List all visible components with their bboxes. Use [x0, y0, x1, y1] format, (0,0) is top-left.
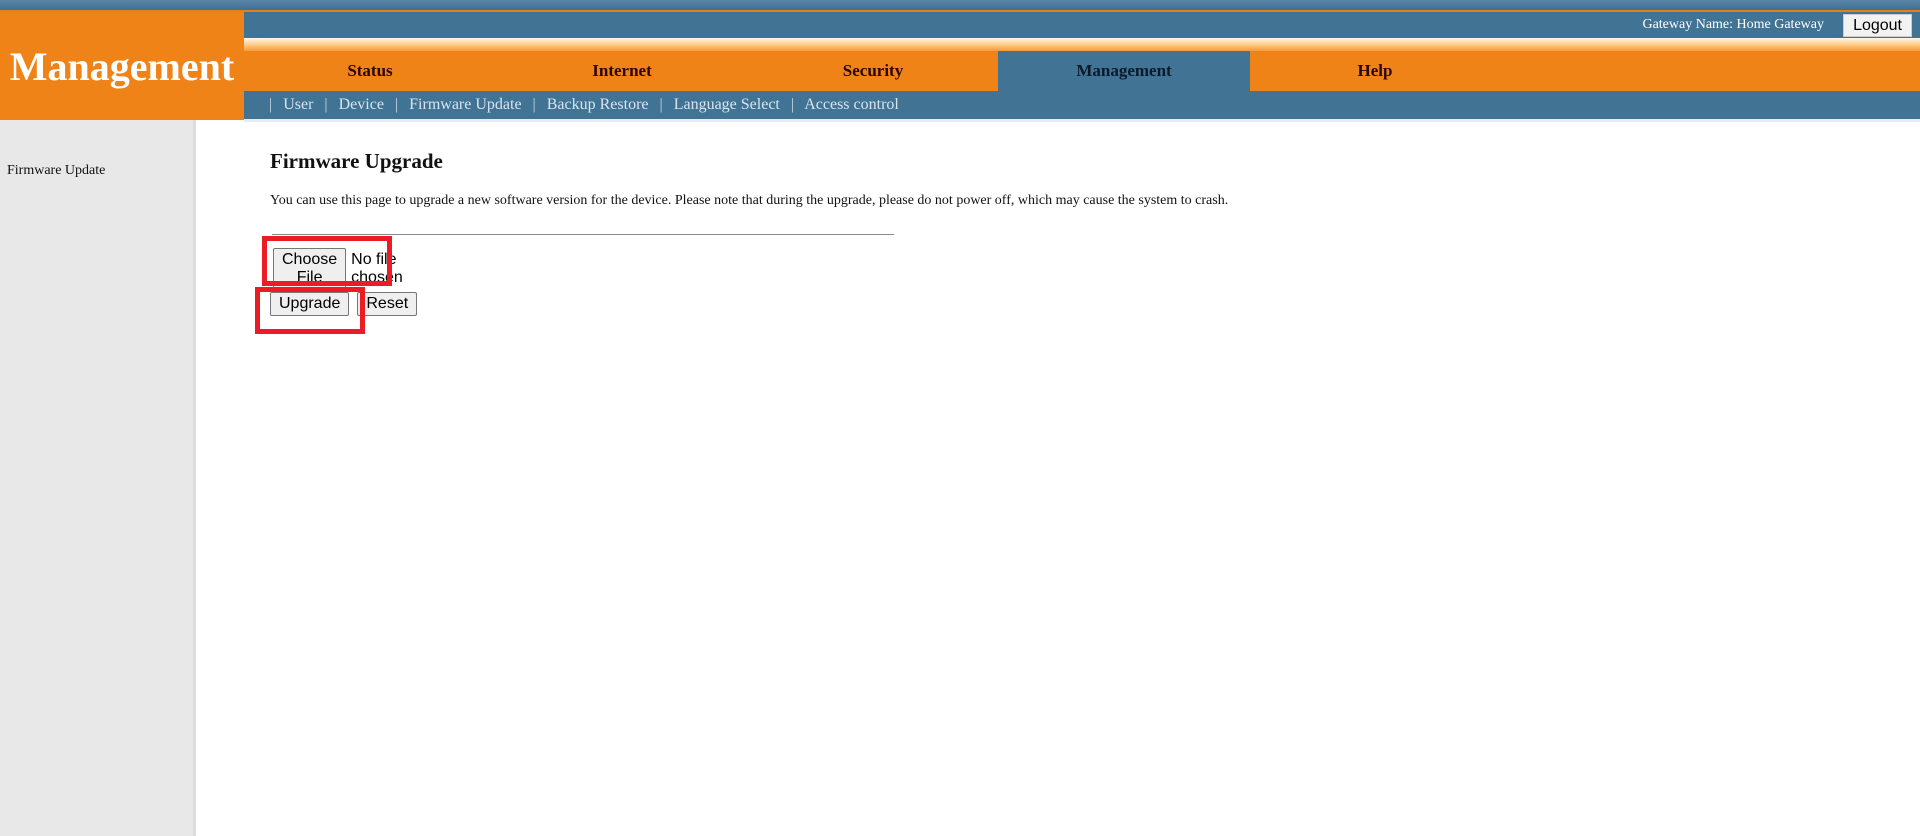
separator: | [532, 96, 536, 113]
highlight-choose-file [262, 236, 392, 286]
submenu-backup-restore[interactable]: Backup Restore [547, 96, 649, 113]
submenu-device[interactable]: Device [339, 96, 384, 113]
separator: | [394, 96, 399, 113]
main-nav: Status Internet Security Management Help [244, 51, 1920, 91]
sidebar-item-firmware-update[interactable]: Firmware Update [7, 163, 105, 179]
tab-management[interactable]: Management [998, 51, 1250, 91]
submenu-access-control[interactable]: Access control [804, 96, 899, 113]
logout-button[interactable]: Logout [1843, 14, 1912, 37]
separator: | [659, 96, 663, 113]
sidebar: Firmware Update [0, 120, 196, 836]
tab-internet[interactable]: Internet [496, 51, 748, 91]
sub-nav: | User | Device | Firmware Update | Back… [244, 91, 1920, 119]
submenu-firmware-update[interactable]: Firmware Update [409, 96, 521, 113]
top-strip [0, 0, 1920, 12]
gateway-name: Gateway Name: Home Gateway [1642, 17, 1824, 32]
highlight-upgrade [255, 287, 365, 334]
page-title: Firmware Upgrade [270, 149, 443, 173]
submenu-user[interactable]: User [283, 96, 313, 113]
tab-help[interactable]: Help [1249, 51, 1501, 91]
reset-button[interactable]: Reset [357, 292, 418, 316]
separator: | [324, 96, 328, 113]
page-description: You can use this page to upgrade a new s… [270, 193, 1229, 208]
separator: | [790, 96, 795, 113]
header-underline [244, 119, 1920, 122]
separator: | [269, 96, 273, 113]
tab-status[interactable]: Status [244, 51, 496, 91]
logo-banner: Management [0, 12, 244, 120]
divider [272, 234, 894, 235]
logo-title: Management [9, 43, 235, 89]
tab-security[interactable]: Security [747, 51, 999, 91]
submenu-language-select[interactable]: Language Select [674, 96, 780, 113]
info-bar: Gateway Name: Home Gateway Logout [244, 12, 1920, 38]
header-gradient [244, 38, 1920, 51]
